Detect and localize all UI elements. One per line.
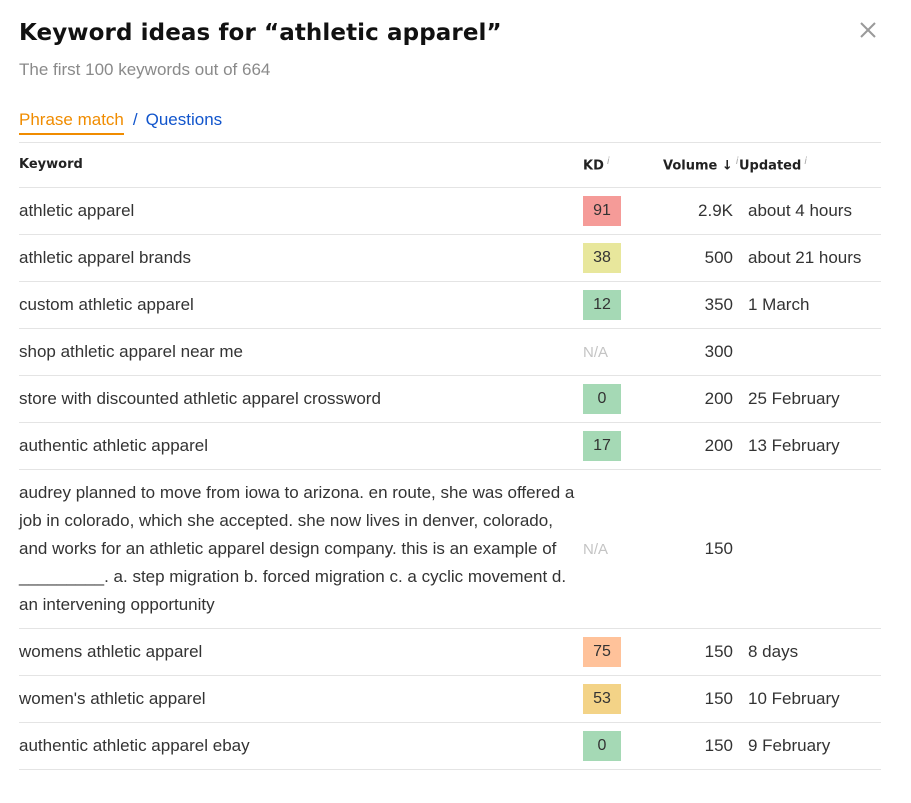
volume-cell: 150 xyxy=(704,736,733,755)
column-header-volume[interactable]: Volume ↓ i xyxy=(663,156,739,174)
kd-badge: 75 xyxy=(583,637,621,667)
column-header-updated[interactable]: Updated i xyxy=(733,156,881,173)
table-row[interactable]: authentic athletic apparel 17 200 13 Februa… xyxy=(19,423,881,470)
kd-label: KD xyxy=(583,158,604,174)
keyword-cell[interactable]: authentic athletic apparel ebay xyxy=(19,723,583,769)
volume-label: Volume xyxy=(663,158,718,174)
kd-badge: 17 xyxy=(583,431,621,461)
updated-cell: 9 February xyxy=(748,736,831,755)
sort-down-arrow-icon: ↓ xyxy=(721,158,733,174)
keyword-cell[interactable]: athletic apparel xyxy=(19,188,583,234)
table-row[interactable]: athletic apparel brands 38 500 about 21 hou… xyxy=(19,235,881,282)
updated-cell: about 21 hours xyxy=(748,248,862,267)
table-row[interactable]: women's athletic apparel 53 150 10 February xyxy=(19,676,881,723)
updated-cell: 25 February xyxy=(748,389,840,408)
tab-phrase-match[interactable]: Phrase match xyxy=(19,110,124,135)
close-button[interactable] xyxy=(856,18,880,42)
kd-badge: 53 xyxy=(583,684,621,714)
updated-cell: about 4 hours xyxy=(748,201,852,220)
kd-cell: 0 xyxy=(583,384,663,414)
kd-badge: 12 xyxy=(583,290,621,320)
volume-cell: 500 xyxy=(704,248,733,267)
volume-cell: 350 xyxy=(704,295,733,314)
tab-separator: / xyxy=(132,110,138,129)
keyword-cell[interactable]: store with discounted athletic apparel c… xyxy=(19,376,583,422)
keyword-cell[interactable]: audrey planned to move from iowa to ariz… xyxy=(19,470,583,628)
volume-cell: 150 xyxy=(704,689,733,708)
table-row[interactable]: shop athletic apparel near me N/A 300 xyxy=(19,329,881,376)
updated-cell: 8 days xyxy=(748,642,799,661)
keyword-cell[interactable]: shop athletic apparel near me xyxy=(19,329,583,375)
close-x-icon xyxy=(860,22,876,38)
table-row[interactable]: athletic apparel 91 2.9K about 4 hours xyxy=(19,188,881,235)
keyword-cell[interactable]: authentic athletic apparel xyxy=(19,423,583,469)
kd-cell: 17 xyxy=(583,431,663,461)
kd-badge: 38 xyxy=(583,243,621,273)
page-subtitle: The first 100 keywords out of 664 xyxy=(19,60,271,79)
updated-cell: 1 March xyxy=(748,295,810,314)
match-type-tabs: Phrase match / Questions xyxy=(19,110,222,135)
tab-questions[interactable]: Questions xyxy=(146,110,223,130)
volume-cell: 300 xyxy=(704,342,733,361)
table-body: athletic apparel 91 2.9K about 4 hours athle… xyxy=(19,188,881,770)
volume-cell: 200 xyxy=(704,389,733,408)
column-header-keyword[interactable]: Keyword xyxy=(19,151,583,179)
table-row[interactable]: custom athletic apparel 12 350 1 March xyxy=(19,282,881,329)
kd-cell: N/A xyxy=(583,539,663,559)
volume-cell: 2.9K xyxy=(698,201,733,220)
table-header: Keyword KD i Volume ↓ i Updated i xyxy=(19,143,881,188)
kd-cell: N/A xyxy=(583,342,663,362)
kd-badge: 0 xyxy=(583,731,621,761)
keyword-cell[interactable]: custom athletic apparel xyxy=(19,282,583,328)
keyword-cell[interactable]: women's athletic apparel xyxy=(19,676,583,722)
page-title: Keyword ideas for “athletic apparel” xyxy=(19,20,502,46)
updated-cell: 13 February xyxy=(748,436,840,455)
info-icon[interactable]: i xyxy=(804,156,807,167)
volume-cell: 150 xyxy=(704,539,733,558)
kd-cell: 0 xyxy=(583,731,663,761)
kd-cell: 91 xyxy=(583,196,663,226)
column-header-kd[interactable]: KD i xyxy=(583,156,663,173)
kd-not-available: N/A xyxy=(583,344,609,361)
table-row[interactable]: womens athletic apparel 75 150 8 days xyxy=(19,629,881,676)
volume-cell: 150 xyxy=(704,642,733,661)
keyword-cell[interactable]: athletic apparel brands xyxy=(19,235,583,281)
keyword-cell[interactable]: womens athletic apparel xyxy=(19,629,583,675)
table-row[interactable]: authentic athletic apparel ebay 0 150 9 Feb… xyxy=(19,723,881,770)
updated-cell: 10 February xyxy=(748,689,840,708)
kd-cell: 75 xyxy=(583,637,663,667)
table-row[interactable]: audrey planned to move from iowa to ariz… xyxy=(19,470,881,629)
kd-cell: 38 xyxy=(583,243,663,273)
kd-not-available: N/A xyxy=(583,541,609,558)
kd-badge: 91 xyxy=(583,196,621,226)
kd-cell: 12 xyxy=(583,290,663,320)
volume-cell: 200 xyxy=(704,436,733,455)
updated-label: Updated xyxy=(739,158,802,174)
table-row[interactable]: store with discounted athletic apparel c… xyxy=(19,376,881,423)
kd-cell: 53 xyxy=(583,684,663,714)
info-icon[interactable]: i xyxy=(607,156,610,167)
keyword-table: Keyword KD i Volume ↓ i Updated i athletic … xyxy=(19,142,881,770)
kd-badge: 0 xyxy=(583,384,621,414)
